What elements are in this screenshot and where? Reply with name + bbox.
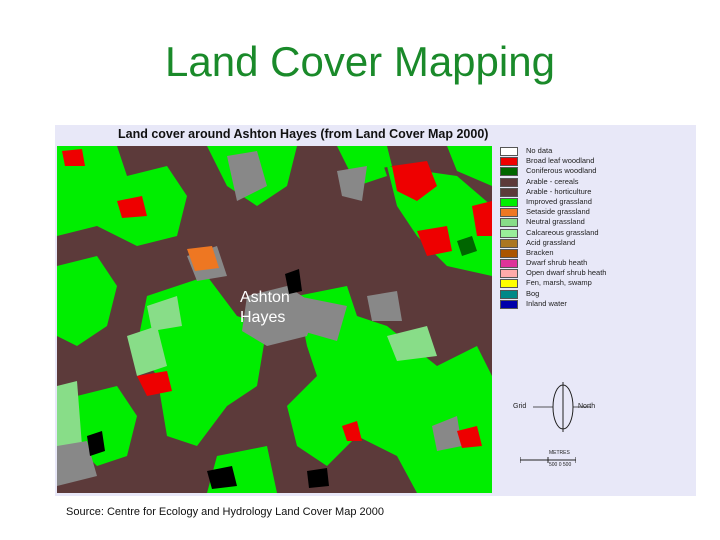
legend-label: Setaside grassland (526, 207, 590, 217)
legend-label: Improved grassland (526, 196, 592, 206)
legend-swatch (500, 269, 518, 279)
legend-swatch (500, 299, 518, 309)
legend-swatch (500, 187, 518, 197)
legend-item: Inland water (500, 298, 690, 310)
legend-swatch (500, 279, 518, 289)
legend-label: Acid grassland (526, 237, 576, 247)
legend-label: No data (526, 146, 553, 155)
slide-title: Land Cover Mapping (165, 38, 555, 85)
place-label-line2: Hayes (240, 309, 286, 326)
legend-swatch (500, 197, 518, 207)
legend-label: Neutral grassland (526, 217, 585, 227)
legend-swatch (500, 208, 518, 218)
legend-label: Arable - cereals (526, 176, 579, 186)
legend-label: Coniferous woodland (526, 166, 597, 176)
place-label-line1: Ashton (240, 289, 290, 306)
scale-values-label: 500 0 500 (549, 462, 572, 468)
legend-label: Open dwarf shrub heath (526, 268, 607, 278)
legend-swatch (500, 238, 518, 248)
legend-label: Calcareous grassland (526, 227, 599, 237)
legend-swatch (500, 259, 518, 269)
legend-swatch (500, 167, 518, 177)
legend-label: Dwarf shrub heath (526, 258, 588, 268)
legend-swatch (500, 248, 518, 258)
legend-swatch (500, 157, 518, 167)
legend-label: Bracken (526, 247, 554, 257)
legend-label: Arable - horticulture (526, 186, 592, 196)
legend-label: Fen, marsh, swamp (526, 278, 592, 288)
legend-label: Inland water (526, 298, 567, 308)
legend-swatch (500, 147, 518, 156)
compass-north-label: North (578, 403, 596, 410)
legend-label: Bog (526, 288, 540, 298)
legend-label: Broad leaf woodland (526, 156, 595, 166)
legend-swatch (500, 289, 518, 299)
map-title: Land cover around Ashton Hayes (from Lan… (118, 127, 489, 141)
map-legend: No data Broad leaf woodland Coniferous woo… (500, 146, 690, 310)
compass-icon (533, 382, 591, 432)
legend-swatch (500, 218, 518, 228)
source-caption: Source: Centre for Ecology and Hydrology… (66, 506, 384, 518)
compass-grid-label: Grid (513, 403, 527, 410)
legend-swatch (500, 228, 518, 238)
scale-units-label: METRES (549, 450, 570, 456)
place-label-ashton-hayes: Ashton Hayes (240, 288, 290, 328)
legend-swatch (500, 177, 518, 187)
